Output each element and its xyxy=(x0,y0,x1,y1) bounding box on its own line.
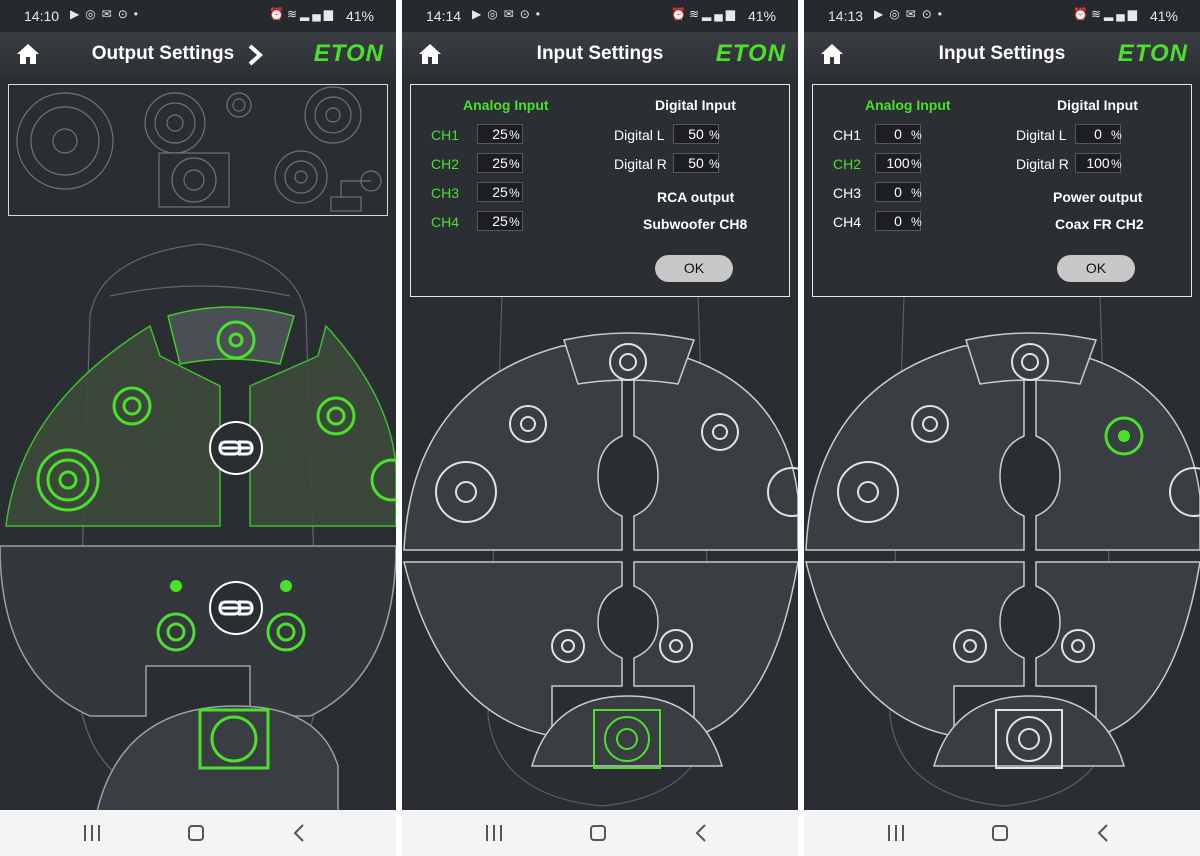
analog-input-heading: Analog Input xyxy=(865,97,951,113)
car-speaker-layout: Analog Input Digital Input CH1 0 % CH2 1… xyxy=(804,76,1200,810)
percent-unit: % xyxy=(911,186,922,200)
channel-label: CH1 xyxy=(833,127,862,143)
notification-icons: ▶◎✉⊙• xyxy=(874,7,949,21)
status-bar: 14:14 ▶◎✉⊙• ⏰≋▂▄▆ 41% xyxy=(402,0,798,32)
status-bar: 14:13 ▶◎✉⊙• ⏰≋▂▄▆ 41% xyxy=(804,0,1200,32)
channel-label: CH2 xyxy=(431,156,460,172)
percent-unit: % xyxy=(709,157,720,171)
recents-icon[interactable] xyxy=(80,821,104,845)
channel-label: CH4 xyxy=(833,214,862,230)
battery-level: 41% xyxy=(1149,8,1178,24)
chevron-right-icon[interactable] xyxy=(246,44,264,66)
battery-level: 41% xyxy=(747,8,776,24)
digital-label: Digital R xyxy=(614,156,667,172)
system-nav-bar xyxy=(402,810,798,856)
status-time: 14:10 xyxy=(24,8,60,24)
eton-logo: ETON xyxy=(715,40,786,67)
eton-logo: ETON xyxy=(313,40,384,67)
output-channel-text: Subwoofer CH8 xyxy=(643,216,748,232)
channel-label: CH2 xyxy=(833,156,862,172)
channel-label: CH1 xyxy=(431,127,460,143)
system-nav-bar xyxy=(804,810,1200,856)
input-settings-dialog: Analog Input Digital Input CH1 25 % CH2 … xyxy=(410,84,790,297)
percent-unit: % xyxy=(911,157,922,171)
percent-unit: % xyxy=(1111,128,1122,142)
output-settings-screen: 14:10 ▶◎✉⊙• ⏰≋▂▄▆ 41% Output Settings ET… xyxy=(0,0,396,856)
percent-unit: % xyxy=(509,186,520,200)
ok-button[interactable]: OK xyxy=(655,255,733,282)
output-channel-text: Coax FR CH2 xyxy=(1055,216,1144,232)
percent-unit: % xyxy=(1111,157,1122,171)
system-nav-bar xyxy=(0,810,396,856)
output-type-text: RCA output xyxy=(657,189,735,205)
digital-input-heading: Digital Input xyxy=(655,97,736,113)
notification-icons: ▶◎✉⊙• xyxy=(472,7,547,21)
digital-label: Digital L xyxy=(614,127,665,143)
app-header: Output Settings ETON xyxy=(0,32,396,76)
back-icon[interactable] xyxy=(288,821,312,845)
ok-button[interactable]: OK xyxy=(1057,255,1135,282)
speaker-palette xyxy=(8,84,388,216)
digital-label: Digital L xyxy=(1016,127,1067,143)
app-header: Input Settings ETON xyxy=(402,32,798,76)
notification-icons: ▶◎✉⊙• xyxy=(70,7,145,21)
percent-unit: % xyxy=(911,128,922,142)
input-settings-dialog: Analog Input Digital Input CH1 0 % CH2 1… xyxy=(812,84,1192,297)
car-speaker-layout: Analog Input Digital Input CH1 25 % CH2 … xyxy=(402,76,798,810)
home-nav-icon[interactable] xyxy=(988,821,1012,845)
percent-unit: % xyxy=(509,215,520,229)
battery-level: 41% xyxy=(345,8,374,24)
percent-unit: % xyxy=(509,128,520,142)
home-nav-icon[interactable] xyxy=(184,821,208,845)
back-icon[interactable] xyxy=(690,821,714,845)
signal-icons: ⏰≋▂▄▆ xyxy=(671,7,738,21)
percent-unit: % xyxy=(911,215,922,229)
status-time: 14:14 xyxy=(426,8,462,24)
channel-label: CH3 xyxy=(833,185,862,201)
percent-unit: % xyxy=(509,157,520,171)
recents-icon[interactable] xyxy=(482,821,506,845)
output-type-text: Power output xyxy=(1053,189,1143,205)
signal-icons: ⏰≋▂▄▆ xyxy=(1073,7,1140,21)
channel-label: CH4 xyxy=(431,214,460,230)
input-settings-screen: 14:13 ▶◎✉⊙• ⏰≋▂▄▆ 41% Input Settings ETO… xyxy=(804,0,1200,856)
home-nav-icon[interactable] xyxy=(586,821,610,845)
channel-label: CH3 xyxy=(431,185,460,201)
analog-input-heading: Analog Input xyxy=(463,97,549,113)
status-bar: 14:10 ▶◎✉⊙• ⏰≋▂▄▆ 41% xyxy=(0,0,396,32)
status-time: 14:13 xyxy=(828,8,864,24)
digital-input-heading: Digital Input xyxy=(1057,97,1138,113)
eton-logo: ETON xyxy=(1117,40,1188,67)
car-speaker-layout xyxy=(0,76,396,810)
recents-icon[interactable] xyxy=(884,821,908,845)
input-settings-screen: 14:14 ▶◎✉⊙• ⏰≋▂▄▆ 41% Input Settings ETO… xyxy=(402,0,798,856)
digital-label: Digital R xyxy=(1016,156,1069,172)
signal-icons: ⏰≋▂▄▆ xyxy=(269,7,336,21)
percent-unit: % xyxy=(709,128,720,142)
app-header: Input Settings ETON xyxy=(804,32,1200,76)
page-title: Output Settings xyxy=(91,43,235,64)
back-icon[interactable] xyxy=(1092,821,1116,845)
